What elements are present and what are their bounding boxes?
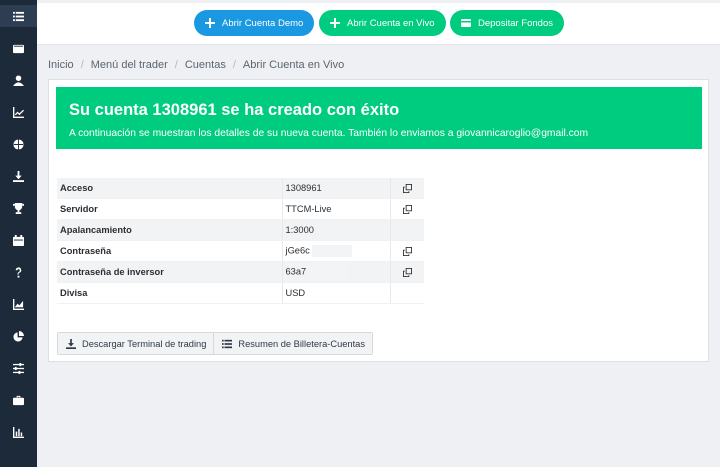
account-details-table: Acceso 1308961 Servidor TTCM-Live Apalan… — [57, 178, 424, 304]
deposit-funds-button[interactable]: Depositar Fondos — [450, 10, 564, 36]
briefcase-icon[interactable] — [0, 389, 37, 411]
table-row: Contraseña jGe6c — [57, 240, 424, 263]
open-demo-account-label: Abrir Cuenta Demo — [222, 17, 304, 29]
account-card: Su cuenta 1308961 se ha creado con éxito… — [48, 79, 709, 362]
trophy-icon[interactable] — [0, 197, 37, 219]
copy-icon[interactable] — [389, 261, 424, 283]
breadcrumb-accounts[interactable]: Cuentas — [185, 59, 226, 71]
table-row: Divisa USD — [57, 282, 424, 304]
pie-chart-icon[interactable] — [0, 325, 37, 347]
credit-card-icon — [461, 18, 471, 28]
list-icon[interactable] — [0, 5, 37, 27]
open-live-account-label: Abrir Cuenta en Vivo — [347, 17, 435, 29]
breadcrumb-current: Abrir Cuenta en Vivo — [242, 59, 345, 71]
user-icon[interactable] — [0, 69, 37, 91]
detail-label: Contraseña de inversor — [57, 261, 282, 283]
action-button-group: Descargar Terminal de trading Resumen de… — [57, 332, 373, 355]
globe-icon[interactable] — [0, 133, 37, 155]
line-chart-icon[interactable] — [0, 101, 37, 123]
empty-cell — [389, 282, 424, 304]
breadcrumb: Inicio / Menú del trader / Cuentas / Abrir Cue… — [48, 59, 345, 71]
redaction-mask — [311, 245, 352, 258]
wallet-summary-button[interactable]: Resumen de Billetera-Cuentas — [213, 333, 372, 354]
detail-label: Divisa — [57, 282, 282, 304]
calendar-icon[interactable] — [0, 229, 37, 251]
area-chart-icon[interactable] — [0, 293, 37, 315]
download-icon[interactable] — [0, 165, 37, 187]
plus-icon — [330, 18, 340, 28]
success-message: A continuación se muestran los detalles … — [69, 128, 589, 139]
question-icon[interactable] — [0, 261, 37, 283]
detail-value: 1:3000 — [281, 219, 390, 242]
detail-label: Apalancamiento — [57, 219, 282, 242]
deposit-funds-label: Depositar Fondos — [478, 17, 553, 29]
detail-value: USD — [281, 282, 390, 304]
password-value: jGe6c — [285, 245, 310, 256]
plus-icon — [205, 18, 215, 28]
table-row: Contraseña de inversor 63a7 — [57, 261, 424, 283]
download-icon — [66, 338, 76, 349]
bar-chart-icon[interactable] — [0, 421, 37, 443]
copy-icon[interactable] — [389, 178, 424, 200]
top-action-bar: Abrir Cuenta Demo Abrir Cuenta en Vivo D… — [37, 3, 720, 45]
copy-icon[interactable] — [389, 240, 424, 263]
redaction-mask — [308, 266, 349, 278]
open-live-account-button[interactable]: Abrir Cuenta en Vivo — [319, 10, 446, 36]
detail-label: Contraseña — [57, 240, 282, 263]
open-demo-account-button[interactable]: Abrir Cuenta Demo — [194, 10, 315, 36]
detail-value-cell: 63a7 — [281, 261, 390, 283]
download-terminal-label: Descargar Terminal de trading — [82, 338, 207, 349]
detail-value-cell: jGe6c — [281, 240, 390, 263]
breadcrumb-trader-menu[interactable]: Menú del trader — [91, 59, 168, 71]
wallet-summary-label: Resumen de Billetera-Cuentas — [238, 338, 365, 349]
sidebar — [0, 0, 37, 467]
table-row: Apalancamiento 1:3000 — [57, 219, 424, 242]
detail-label: Acceso — [57, 178, 282, 200]
breadcrumb-home[interactable]: Inicio — [48, 59, 74, 71]
list-icon — [222, 339, 233, 348]
detail-value: 1308961 — [281, 178, 390, 200]
copy-icon[interactable] — [389, 198, 424, 221]
table-row: Servidor TTCM-Live — [57, 198, 424, 221]
sliders-icon[interactable] — [0, 357, 37, 379]
detail-label: Servidor — [57, 198, 282, 221]
success-alert: Su cuenta 1308961 se ha creado con éxito… — [56, 87, 702, 149]
success-title: Su cuenta 1308961 se ha creado con éxito — [69, 101, 400, 119]
wallet-icon[interactable] — [0, 37, 37, 59]
detail-value: TTCM-Live — [281, 198, 390, 221]
table-row: Acceso 1308961 — [57, 178, 424, 200]
download-terminal-button[interactable]: Descargar Terminal de trading — [58, 333, 214, 354]
investor-password-value: 63a7 — [285, 266, 307, 277]
empty-cell — [389, 219, 424, 242]
